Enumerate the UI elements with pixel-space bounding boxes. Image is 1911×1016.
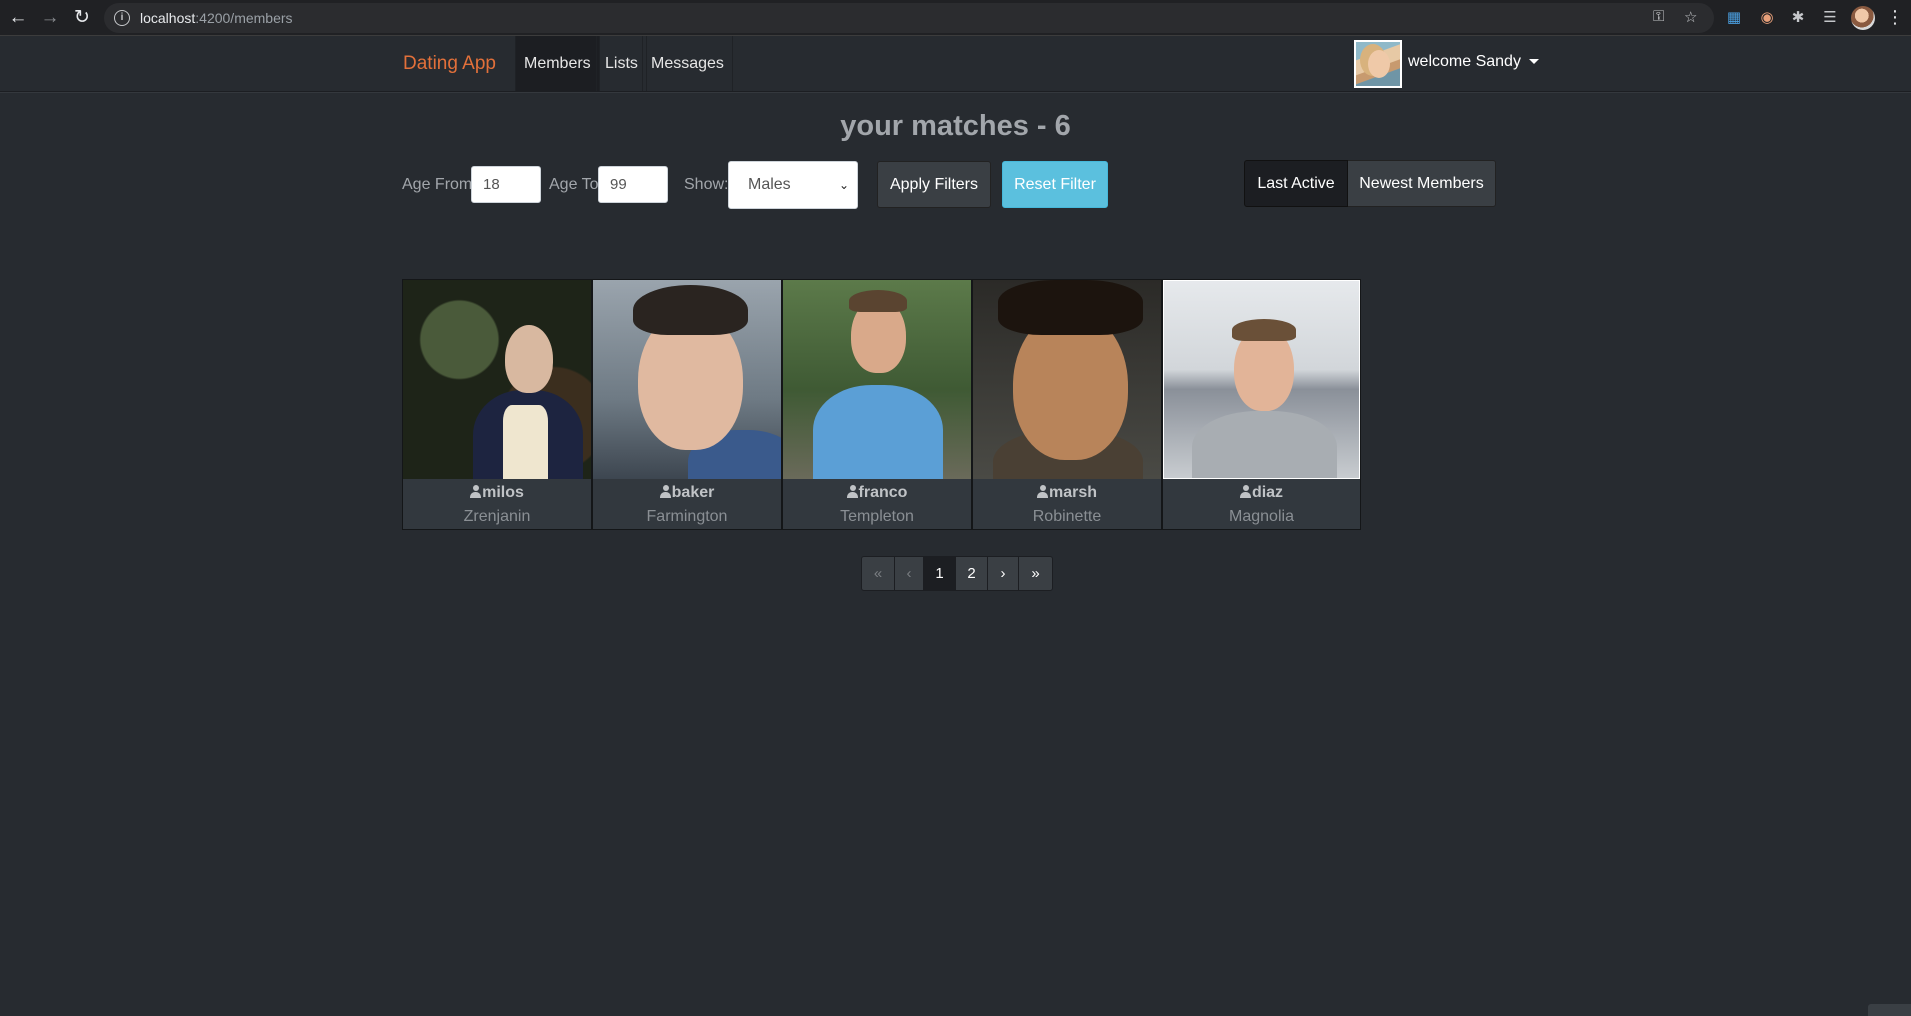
nav-members[interactable]: Members [515,36,600,91]
member-city: Zrenjanin [463,508,531,525]
nav-lists[interactable]: Lists [596,36,647,91]
member-photo [1163,280,1360,479]
member-city: Templeton [840,508,914,525]
forward-icon[interactable]: → [38,6,62,30]
reset-filter-button[interactable]: Reset Filter [1002,161,1108,208]
gender-select[interactable]: Males ⌄ [728,161,858,209]
member-card[interactable]: diaz Magnolia [1162,279,1361,530]
media-queue-icon[interactable]: ☰ [1820,8,1840,28]
browser-profile-icon[interactable] [1851,6,1875,30]
page-2-button[interactable]: 2 [955,556,988,591]
chevron-down-icon: ⌄ [838,178,849,192]
extension-icon[interactable]: ◉ [1757,8,1777,28]
member-card[interactable]: baker Farmington [592,279,782,530]
member-photo [593,280,781,479]
caret-down-icon [1528,59,1539,65]
page-title: your matches - 6 [840,110,1071,142]
page-1-button[interactable]: 1 [923,556,956,591]
user-icon [659,485,671,498]
star-icon[interactable]: ☆ [1684,8,1697,26]
page-last-button[interactable]: » [1018,556,1053,591]
pagination: « ‹ 1 2 › » [861,556,1053,591]
welcome-text: welcome Sandy [1408,53,1521,70]
member-photo [783,280,971,479]
page-first-button[interactable]: « [861,556,895,591]
page-prev-button[interactable]: ‹ [894,556,924,591]
user-avatar[interactable] [1354,40,1402,88]
user-icon [470,485,482,498]
key-icon[interactable]: ⚿ [1653,8,1664,25]
reload-icon[interactable]: ↻ [70,6,94,30]
show-label: Show: [684,176,729,193]
user-icon [846,485,858,498]
browser-menu-icon[interactable]: ⋮ [1886,7,1904,27]
member-card[interactable]: franco Templeton [782,279,972,530]
user-icon [1036,485,1048,498]
sort-last-active-button[interactable]: Last Active [1244,160,1348,207]
nav-messages[interactable]: Messages [642,36,733,91]
member-card[interactable]: marsh Robinette [972,279,1162,530]
age-from-label: Age From [402,176,473,193]
gender-select-value: Males [748,176,791,193]
corner-widget [1868,1004,1911,1016]
page-next-button[interactable]: › [987,556,1019,591]
member-city: Magnolia [1229,508,1294,525]
apply-filters-button[interactable]: Apply Filters [877,161,991,208]
user-icon [1239,485,1251,498]
member-username: baker [593,484,781,502]
age-from-input[interactable]: 18 [471,166,541,203]
member-username: diaz [1163,484,1360,502]
sort-newest-members-button[interactable]: Newest Members [1348,160,1496,207]
app-navbar: Dating App Members Lists Messages welcom… [0,36,1911,92]
back-icon[interactable]: ← [6,6,30,30]
member-card[interactable]: milos Zrenjanin [402,279,592,530]
user-dropdown-toggle[interactable]: welcome Sandy [1408,53,1539,71]
brand-link[interactable]: Dating App [403,53,496,75]
member-username: milos [403,484,591,502]
site-info-icon[interactable]: i [114,10,130,26]
age-to-input[interactable]: 99 [598,166,668,203]
member-photo [973,280,1161,479]
url-text: localhost:4200/members [140,10,293,26]
member-username: marsh [973,484,1161,502]
browser-toolbar: ← → ↻ i localhost:4200/members ⚿ ☆ ▦ ◉ ✱… [0,0,1911,36]
address-bar[interactable]: i localhost:4200/members ⚿ ☆ [104,3,1714,33]
translate-extension-icon[interactable]: ▦ [1724,8,1744,28]
member-username: franco [783,484,971,502]
member-city: Farmington [646,508,728,525]
puzzle-icon[interactable]: ✱ [1788,8,1808,28]
age-to-label: Age To [549,176,599,193]
member-photo [403,280,591,479]
member-city: Robinette [1032,508,1102,525]
